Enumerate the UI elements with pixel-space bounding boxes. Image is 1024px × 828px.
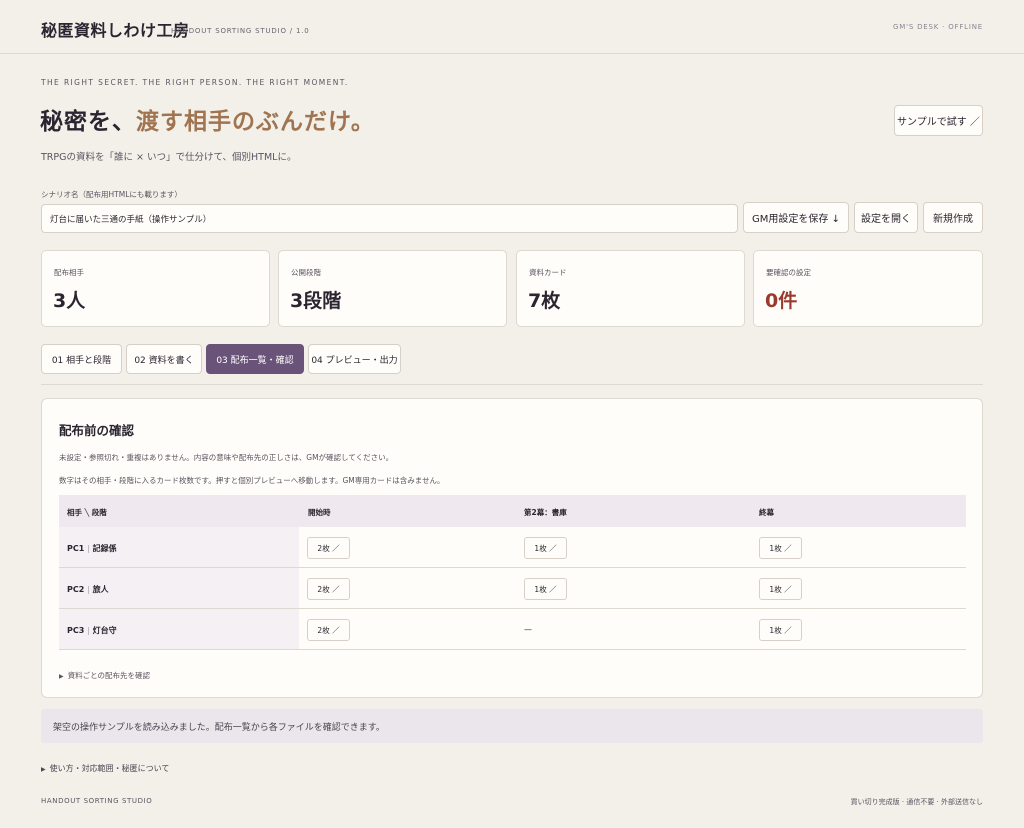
- top-bar: 秘匿資料しわけ工房 HANDOUT SORTING STUDIO / 1.0 G…: [0, 0, 1024, 54]
- stat-value: 3人: [53, 290, 86, 312]
- usage-info-toggle[interactable]: ▶ 使い方・対応範囲・秘匿について: [41, 763, 169, 774]
- stat-label: 配布相手: [54, 268, 84, 277]
- card-count-button[interactable]: 2枚 ／: [307, 619, 350, 641]
- app-title: 秘匿資料しわけ工房: [41, 21, 190, 40]
- card-count-button[interactable]: 2枚 ／: [307, 537, 350, 559]
- try-sample-button[interactable]: サンプルで試す ／: [894, 105, 983, 136]
- page-subtitle: TRPGの資料を「誰に × いつ」で仕分けて、個別HTMLに。: [41, 152, 297, 163]
- scenario-name-input[interactable]: [41, 204, 738, 233]
- app-subtitle: HANDOUT SORTING STUDIO / 1.0: [171, 27, 310, 35]
- new-project-button[interactable]: 新規作成: [923, 202, 983, 233]
- stat-card-stages: 公開段階 3段階: [278, 250, 507, 327]
- notice-banner: 架空の操作サンプルを読み込みました。配布一覧から各ファイルを確認できます。: [41, 709, 983, 743]
- matrix-header: 相手 ╲ 段階 開始時 第2幕：書庫 終幕: [59, 495, 966, 527]
- row-header: PC1 | 記録係: [59, 527, 299, 567]
- tab-distribution-review[interactable]: 03 配布一覧・確認: [206, 344, 304, 374]
- footer-note: 買い切り完成版 · 通信不要 · 外部送信なし: [850, 798, 983, 806]
- scenario-label: シナリオ名（配布用HTMLにも載ります）: [41, 190, 182, 199]
- tab-write-handouts[interactable]: 02 資料を書く: [126, 344, 202, 374]
- stat-card-cards: 資料カード 7枚: [516, 250, 745, 327]
- headline-plain: 秘密を、: [40, 109, 136, 135]
- stat-value: 3段階: [290, 290, 342, 312]
- page-headline: 秘密を、渡す相手のぶんだけ。: [40, 102, 375, 136]
- column-header: 相手 ╲ 段階: [67, 508, 107, 517]
- card-count-button[interactable]: 1枚 ／: [759, 619, 802, 641]
- footer-brand: HANDOUT SORTING STUDIO: [41, 797, 153, 805]
- distribution-details-toggle[interactable]: ▶ 資料ごとの配布先を確認: [59, 670, 150, 681]
- panel-title: 配布前の確認: [59, 423, 135, 438]
- stat-label: 要確認の設定: [766, 268, 811, 277]
- matrix-row: PC1 | 記録係 2枚 ／ 1枚 ／ 1枚 ／: [59, 527, 966, 568]
- details-label: 資料ごとの配布先を確認: [67, 671, 151, 680]
- stat-value: 7枚: [528, 290, 561, 312]
- card-count-button[interactable]: 1枚 ／: [759, 537, 802, 559]
- usage-label: 使い方・対応範囲・秘匿について: [49, 764, 170, 773]
- card-count-button[interactable]: 1枚 ／: [524, 537, 567, 559]
- validation-message: 未設定・参照切れ・重複はありません。内容の意味や配布先の正しさは、GMが確認して…: [59, 453, 394, 462]
- card-count-button[interactable]: 1枚 ／: [759, 578, 802, 600]
- tagline: THE RIGHT SECRET. THE RIGHT PERSON. THE …: [41, 78, 349, 87]
- row-label: PC1 | 記録係: [67, 544, 117, 553]
- stat-label: 公開段階: [291, 268, 321, 277]
- row-header: PC2 | 旅人: [59, 568, 299, 608]
- triangle-right-icon: ▶: [41, 766, 46, 773]
- matrix-row: PC2 | 旅人 2枚 ／ 1枚 ／ 1枚 ／: [59, 568, 966, 609]
- row-label: PC2 | 旅人: [67, 585, 109, 594]
- matrix-row: PC3 | 灯台守 2枚 ／ — 1枚 ／: [59, 609, 966, 650]
- open-settings-button[interactable]: 設定を開く: [854, 202, 918, 233]
- save-gm-settings-button[interactable]: GM用設定を保存 ↓: [743, 202, 849, 233]
- notice-text: 架空の操作サンプルを読み込みました。配布一覧から各ファイルを確認できます。: [53, 723, 385, 733]
- stat-label: 資料カード: [529, 268, 567, 277]
- headline-accent: 渡す相手のぶんだけ。: [136, 109, 375, 135]
- tab-preview-export[interactable]: 04 プレビュー・出力: [308, 344, 401, 374]
- stat-card-recipients: 配布相手 3人: [41, 250, 270, 327]
- review-panel: 配布前の確認 未設定・参照切れ・重複はありません。内容の意味や配布先の正しさは、…: [41, 398, 983, 698]
- triangle-right-icon: ▶: [59, 673, 64, 680]
- column-header: 第2幕：書庫: [524, 508, 567, 517]
- empty-cell: —: [524, 625, 532, 634]
- card-count-button[interactable]: 1枚 ／: [524, 578, 567, 600]
- divider: [41, 384, 983, 385]
- card-count-button[interactable]: 2枚 ／: [307, 578, 350, 600]
- stat-card-issues: 要確認の設定 0件: [753, 250, 983, 327]
- matrix-help-text: 数字はその相手・段階に入るカード枚数です。押すと個別プレビューへ移動します。GM…: [59, 476, 445, 485]
- row-label: PC3 | 灯台守: [67, 626, 117, 635]
- row-header: PC3 | 灯台守: [59, 609, 299, 649]
- column-header: 開始時: [308, 508, 331, 517]
- tab-recipients-stages[interactable]: 01 相手と段階: [41, 344, 122, 374]
- status-text: GM'S DESK · OFFLINE: [893, 23, 983, 31]
- stat-value: 0件: [765, 290, 798, 312]
- column-header: 終幕: [759, 508, 774, 517]
